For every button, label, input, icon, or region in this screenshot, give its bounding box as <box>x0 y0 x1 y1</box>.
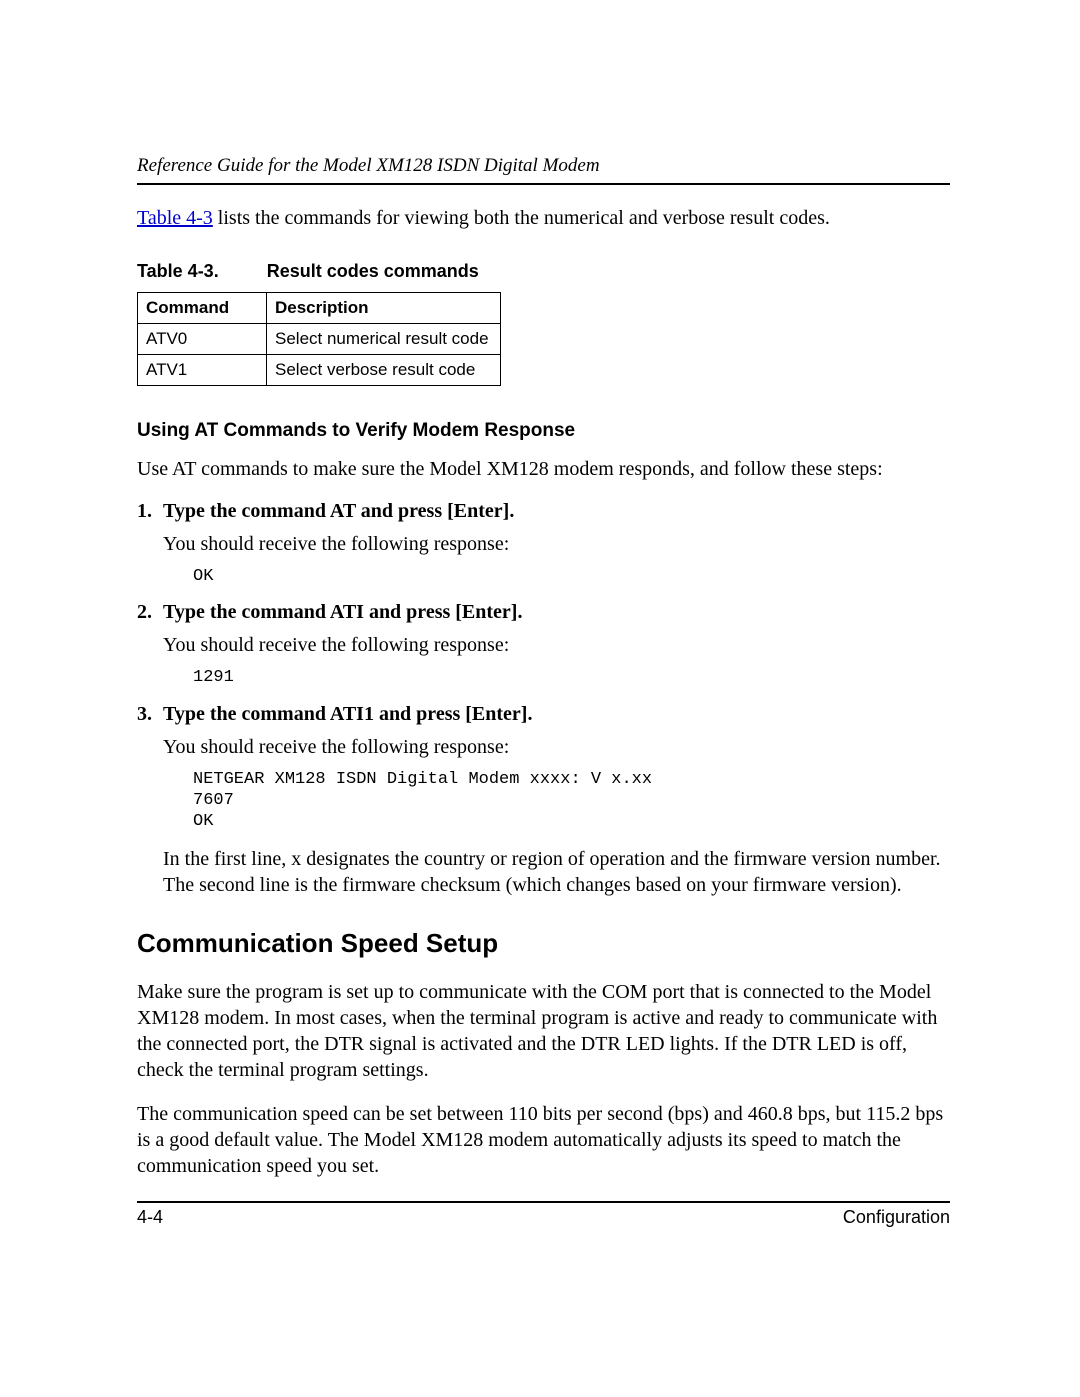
running-header: Reference Guide for the Model XM128 ISDN… <box>137 155 950 183</box>
speed-heading: Communication Speed Setup <box>137 928 950 959</box>
table-caption-label: Table 4-3. <box>137 261 219 281</box>
cell-description: Select numerical result code <box>267 324 501 355</box>
document-page: Reference Guide for the Model XM128 ISDN… <box>0 0 1080 1397</box>
step-1-code: OK <box>193 566 950 587</box>
col-header-description: Description <box>267 293 501 324</box>
step-number: 2. <box>137 601 163 624</box>
table-row: ATV1 Select verbose result code <box>138 355 501 386</box>
step-2-body: You should receive the following respons… <box>163 634 950 657</box>
table-row: ATV0 Select numerical result code <box>138 324 501 355</box>
step-3: 3.Type the command ATI1 and press [Enter… <box>137 703 950 726</box>
cell-command: ATV0 <box>138 324 267 355</box>
cell-command: ATV1 <box>138 355 267 386</box>
step-2: 2.Type the command ATI and press [Enter]… <box>137 601 950 624</box>
intro-paragraph: Table 4-3 lists the commands for viewing… <box>137 205 950 231</box>
verify-heading: Using AT Commands to Verify Modem Respon… <box>137 420 950 442</box>
table-header-row: Command Description <box>138 293 501 324</box>
verify-after-note: In the first line, x designates the coun… <box>163 846 950 898</box>
table-ref-link[interactable]: Table 4-3 <box>137 207 213 229</box>
step-title: Type the command AT and press [Enter]. <box>163 500 514 522</box>
speed-p1: Make sure the program is set up to commu… <box>137 979 950 1083</box>
cell-description: Select verbose result code <box>267 355 501 386</box>
step-1: 1.Type the command AT and press [Enter]. <box>137 500 950 523</box>
table-caption: Table 4-3. Result codes commands <box>137 261 950 282</box>
footer-rule <box>137 1201 950 1203</box>
table-caption-title: Result codes commands <box>267 261 479 281</box>
header-rule <box>137 183 950 185</box>
footer-section-name: Configuration <box>843 1207 950 1228</box>
speed-p2: The communication speed can be set betwe… <box>137 1101 950 1179</box>
step-title: Type the command ATI1 and press [Enter]. <box>163 703 532 725</box>
footer-page-number: 4-4 <box>137 1207 163 1228</box>
step-number: 1. <box>137 500 163 523</box>
intro-text: lists the commands for viewing both the … <box>213 207 830 229</box>
step-3-code: NETGEAR XM128 ISDN Digital Modem xxxx: V… <box>193 769 950 833</box>
step-2-code: 1291 <box>193 667 950 688</box>
step-3-body: You should receive the following respons… <box>163 736 950 759</box>
page-footer: 4-4 Configuration <box>137 1207 950 1228</box>
step-1-body: You should receive the following respons… <box>163 533 950 556</box>
verify-lead: Use AT commands to make sure the Model X… <box>137 456 950 482</box>
col-header-command: Command <box>138 293 267 324</box>
result-codes-table: Command Description ATV0 Select numerica… <box>137 292 501 386</box>
step-title: Type the command ATI and press [Enter]. <box>163 601 522 623</box>
step-number: 3. <box>137 703 163 726</box>
